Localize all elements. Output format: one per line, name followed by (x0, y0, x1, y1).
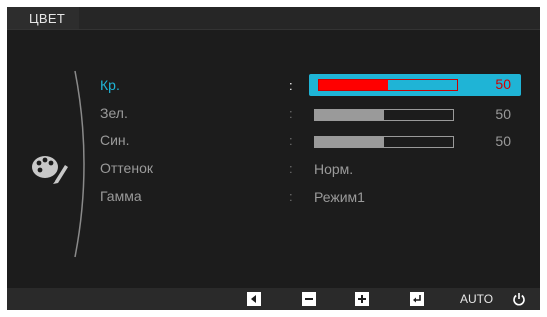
menu-item-gamma[interactable]: Гамма (100, 188, 142, 204)
red-slider[interactable] (318, 79, 458, 91)
menu-item-blue[interactable]: Син. (100, 132, 130, 148)
menu-item-label: Оттенок (100, 160, 153, 176)
menu-item-tone[interactable]: Оттенок (100, 160, 153, 176)
tone-value[interactable]: Норм. (314, 161, 353, 177)
red-slider-fill (319, 80, 388, 90)
button-bar: AUTO (7, 288, 540, 310)
osd-window: ЦВЕТ Кр. : 50 Зел. : 50 Син. : 50 Оттено… (7, 7, 540, 310)
palette-icon (32, 156, 68, 184)
separator: : (289, 189, 293, 204)
gamma-value[interactable]: Режим1 (314, 189, 365, 205)
menu-item-label: Зел. (100, 105, 128, 121)
title-tab: ЦВЕТ (7, 7, 79, 29)
menu-item-red[interactable]: Кр. (100, 77, 120, 93)
blue-slider-fill (315, 137, 384, 147)
green-value: 50 (495, 106, 511, 122)
decorative-arc (74, 70, 85, 258)
separator: : (289, 161, 293, 176)
menu-item-label: Гамма (100, 188, 142, 204)
separator: : (289, 78, 293, 93)
menu-item-label: Син. (100, 132, 130, 148)
separator: : (289, 133, 293, 148)
separator: : (289, 106, 293, 121)
red-value: 50 (495, 76, 511, 92)
menu-item-green[interactable]: Зел. (100, 105, 128, 121)
plus-icon[interactable] (355, 292, 369, 306)
page-title: ЦВЕТ (29, 11, 66, 26)
minus-icon[interactable] (302, 292, 316, 306)
left-arrow-icon[interactable] (247, 292, 261, 306)
menu-item-label: Кр. (100, 77, 120, 93)
blue-value: 50 (495, 133, 511, 149)
green-slider-fill (315, 110, 384, 120)
blue-slider[interactable] (314, 136, 454, 148)
power-icon[interactable] (512, 292, 526, 306)
title-bar: ЦВЕТ (7, 7, 540, 30)
green-slider[interactable] (314, 109, 454, 121)
enter-icon[interactable] (410, 292, 424, 306)
auto-button[interactable]: AUTO (460, 292, 493, 306)
red-slider-highlight[interactable]: 50 (309, 74, 521, 96)
